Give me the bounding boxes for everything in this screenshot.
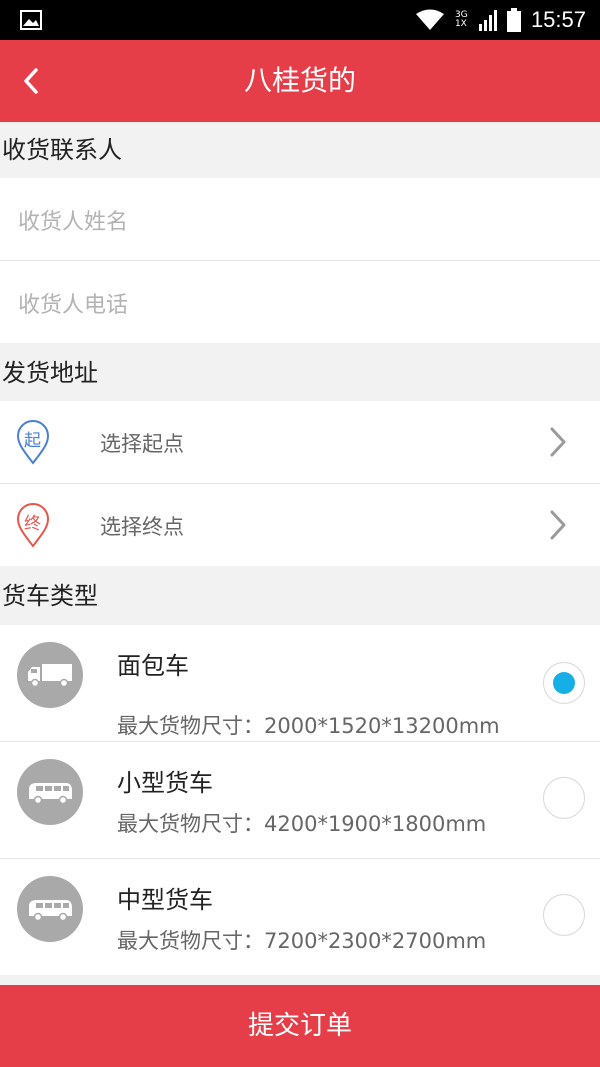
consignee-phone-field[interactable]: 收货人电话 bbox=[0, 261, 600, 343]
status-time: 15:57 bbox=[530, 7, 586, 32]
van-icon bbox=[17, 759, 83, 825]
page-title: 八桂货的 bbox=[243, 64, 356, 97]
battery-icon bbox=[506, 8, 521, 32]
section-header-contact: 收货联系人 bbox=[2, 136, 122, 164]
submit-order-button[interactable]: 提交订单 bbox=[0, 985, 600, 1067]
title-bar: 八桂货的 bbox=[0, 40, 600, 122]
chevron-right-icon bbox=[550, 427, 566, 457]
chevron-right-icon bbox=[550, 510, 566, 540]
box-truck-icon bbox=[17, 642, 83, 708]
truck-name: 中型货车 bbox=[117, 886, 213, 914]
truck-radio[interactable] bbox=[543, 777, 585, 819]
truck-name: 小型货车 bbox=[117, 769, 213, 797]
truck-radio[interactable] bbox=[543, 894, 585, 936]
truck-option-medium[interactable]: 中型货车 最大货物尺寸：7200*2300*2700mm bbox=[0, 859, 600, 975]
gallery-icon bbox=[20, 10, 42, 30]
start-pin-badge: 起 bbox=[24, 431, 41, 451]
network-type: 3G 1X bbox=[454, 10, 468, 29]
status-bar: 3G 1X 15:57 bbox=[0, 0, 600, 40]
start-point-label: 选择起点 bbox=[100, 432, 184, 456]
radio-selected-dot bbox=[553, 672, 575, 694]
van-icon bbox=[17, 876, 83, 942]
select-start-point[interactable]: 起 选择起点 bbox=[0, 401, 600, 483]
truck-option-small[interactable]: 小型货车 最大货物尺寸：4200*1900*1800mm bbox=[0, 742, 600, 858]
end-pin-badge: 终 bbox=[24, 514, 41, 534]
section-header-address: 发货地址 bbox=[2, 359, 98, 387]
consignee-phone-placeholder: 收货人电话 bbox=[18, 293, 129, 318]
truck-name: 面包车 bbox=[117, 652, 189, 680]
truck-size: 最大货物尺寸：7200*2300*2700mm bbox=[117, 929, 487, 953]
truck-size: 最大货物尺寸：4200*1900*1800mm bbox=[117, 812, 487, 836]
consignee-name-field[interactable]: 收货人姓名 bbox=[0, 178, 600, 260]
signal-icon bbox=[478, 10, 497, 31]
end-point-label: 选择终点 bbox=[100, 515, 184, 539]
consignee-name-placeholder: 收货人姓名 bbox=[18, 210, 129, 235]
truck-size: 最大货物尺寸：2000*1520*13200mm bbox=[117, 714, 500, 738]
select-end-point[interactable]: 终 选择终点 bbox=[0, 484, 600, 566]
section-header-truck-type: 货车类型 bbox=[2, 582, 98, 610]
truck-radio[interactable] bbox=[543, 662, 585, 704]
truck-option-minibus[interactable]: 面包车 最大货物尺寸：2000*1520*13200mm bbox=[0, 625, 600, 741]
wifi-icon bbox=[415, 9, 444, 30]
